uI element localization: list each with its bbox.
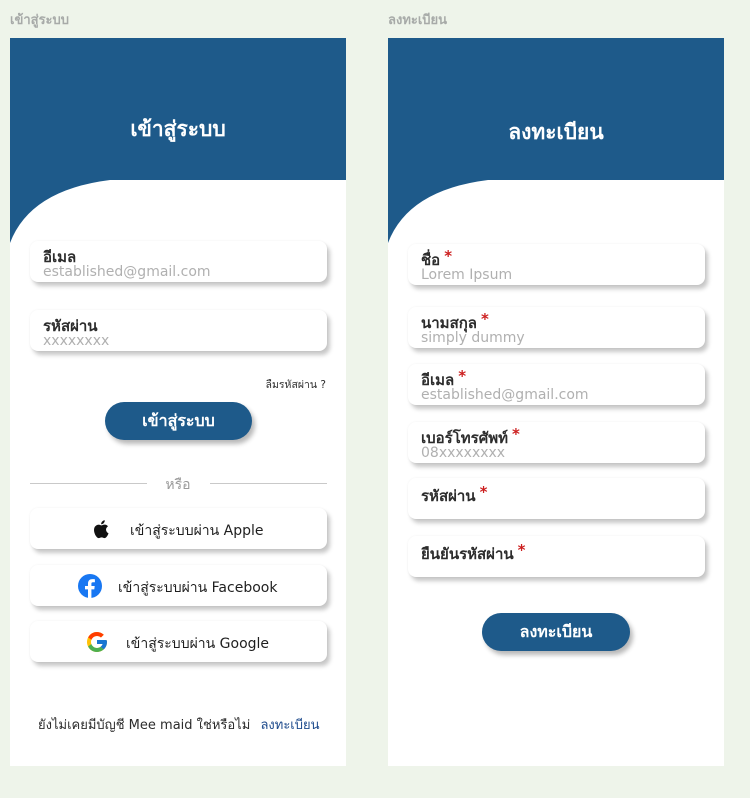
register-button[interactable]: ลงทะเบียน <box>482 613 630 651</box>
phone-value: 08xxxxxxxx <box>421 445 506 461</box>
register-screen: ลงทะเบียน ชื่อ * Lorem Ipsum นามสกุล * sim… <box>388 38 724 766</box>
password-field[interactable]: รหัสผ่าน xxxxxxxx <box>30 310 327 351</box>
google-login-label: เข้าสู่ระบบผ่าน Google <box>126 636 270 652</box>
register-email-value: established@gmail.com <box>421 387 589 403</box>
first-name-value: Lorem Ipsum <box>421 267 513 283</box>
register-title: ลงทะเบียน <box>508 120 604 144</box>
facebook-icon <box>78 574 102 598</box>
register-email-field[interactable]: อีเมล * established@gmail.com <box>408 364 705 405</box>
register-password-label: รหัสผ่าน * <box>421 483 488 505</box>
apple-icon <box>94 520 109 539</box>
email-input-value: established@gmail.com <box>43 264 211 280</box>
facebook-login-label: เข้าสู่ระบบผ่าน Facebook <box>118 580 278 596</box>
login-frame-label: เข้าสู่ระบบ <box>10 13 70 28</box>
register-frame-label: ลงทะเบียน <box>388 13 448 28</box>
google-login-button[interactable]: เข้าสู่ระบบผ่าน Google <box>30 621 327 662</box>
apple-login-button[interactable]: เข้าสู่ระบบผ่าน Apple <box>30 508 327 549</box>
last-name-field[interactable]: นามสกุล * simply dummy <box>408 307 705 348</box>
signup-prompt-row: ยังไม่เคยมีบัญชี Mee maid ใช่หรือไม่ ลงท… <box>38 714 320 735</box>
last-name-value: simply dummy <box>421 330 525 346</box>
signup-link[interactable]: ลงทะเบียน <box>260 718 319 733</box>
email-field[interactable]: อีเมล established@gmail.com <box>30 241 327 282</box>
required-mark: * <box>458 367 467 385</box>
google-icon <box>87 632 107 652</box>
forgot-password-link[interactable]: ลืมรหัสผ่าน ? <box>266 376 326 393</box>
required-mark: * <box>479 483 488 501</box>
login-title: เข้าสู่ระบบ <box>130 117 226 141</box>
confirm-password-label: ยืนยันรหัสผ่าน * <box>421 541 526 563</box>
login-button[interactable]: เข้าสู่ระบบ <box>105 402 252 440</box>
login-screen: เข้าสู่ระบบ อีเมล established@gmail.com … <box>10 38 346 766</box>
phone-field[interactable]: เบอร์โทรศัพท์ * 08xxxxxxxx <box>408 422 705 463</box>
password-input-value: xxxxxxxx <box>43 333 110 349</box>
facebook-login-button[interactable]: เข้าสู่ระบบผ่าน Facebook <box>30 565 327 606</box>
required-mark: * <box>481 310 489 328</box>
signup-prompt-text: ยังไม่เคยมีบัญชี Mee maid ใช่หรือไม่ <box>38 718 251 733</box>
or-separator-text: หรือ <box>165 477 191 493</box>
first-name-field[interactable]: ชื่อ * Lorem Ipsum <box>408 244 705 285</box>
required-mark: * <box>444 247 453 265</box>
divider-right <box>210 483 327 484</box>
register-password-field[interactable]: รหัสผ่าน * <box>408 478 705 519</box>
apple-login-label: เข้าสู่ระบบผ่าน Apple <box>130 523 264 539</box>
required-mark: * <box>517 541 526 559</box>
required-mark: * <box>512 425 520 443</box>
confirm-password-field[interactable]: ยืนยันรหัสผ่าน * <box>408 536 705 577</box>
